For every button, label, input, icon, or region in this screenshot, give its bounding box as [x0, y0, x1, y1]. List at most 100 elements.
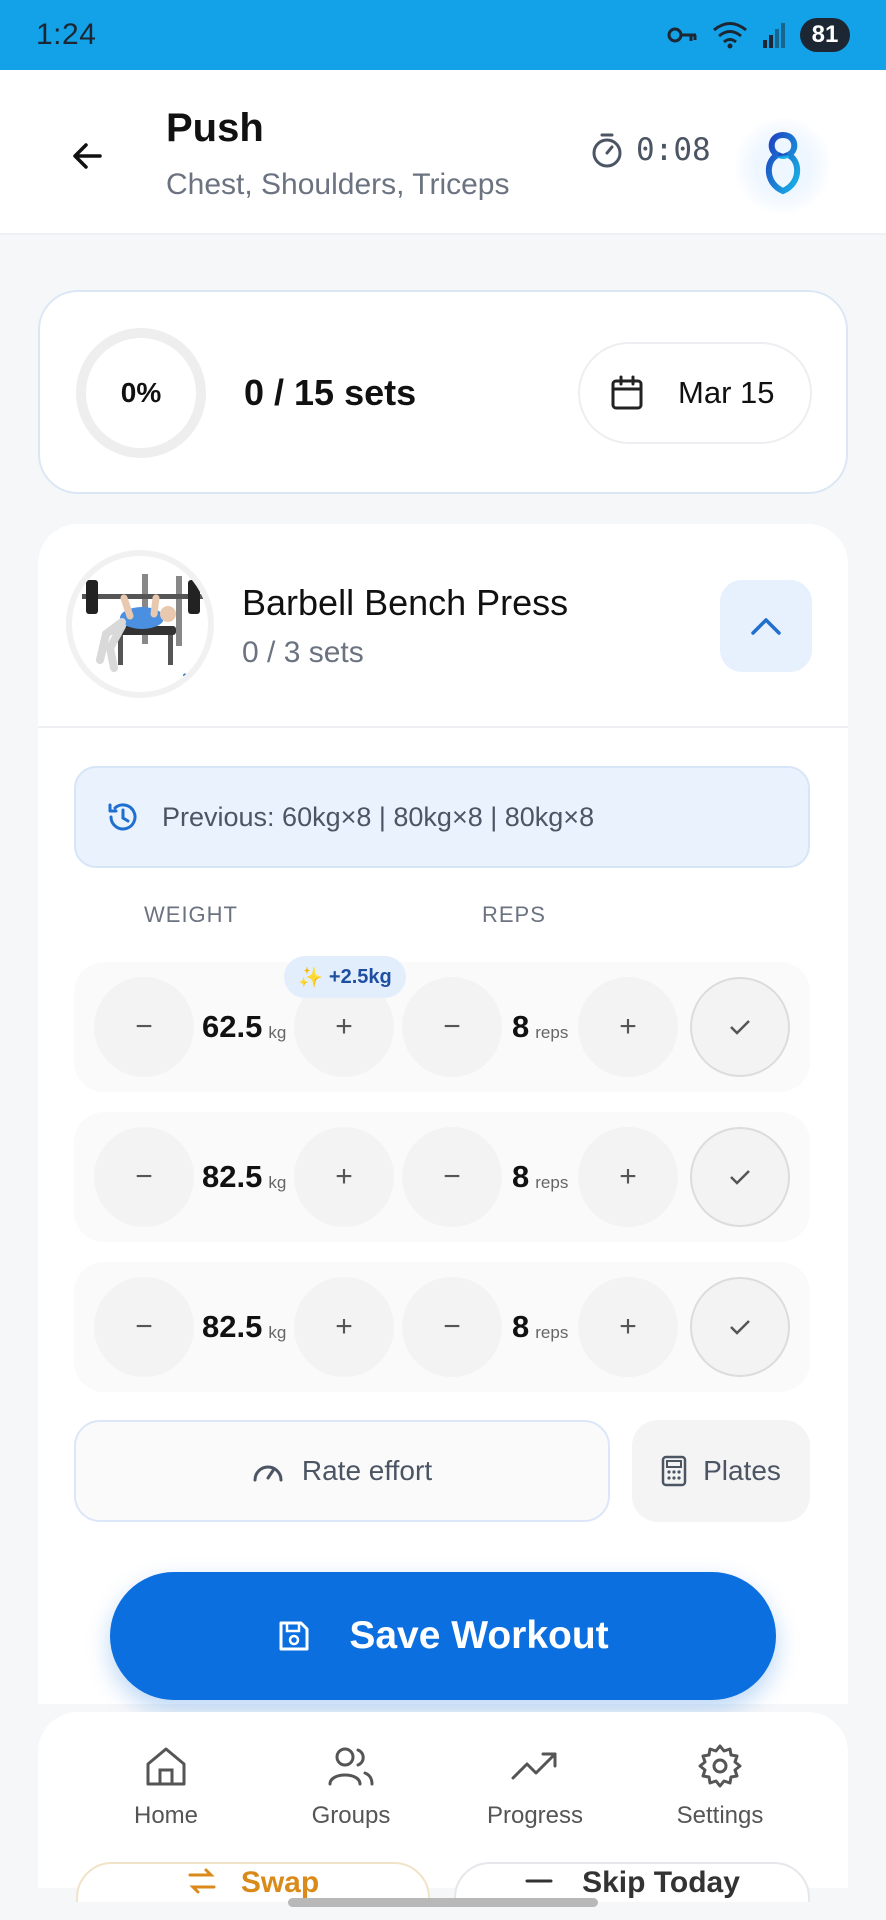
- vpn-key-icon: [667, 27, 697, 43]
- skip-today-button[interactable]: Skip Today: [454, 1862, 810, 1902]
- workout-timer: 0:08: [590, 132, 711, 168]
- save-workout-label: Save Workout: [349, 1614, 609, 1657]
- reps-unit: reps: [535, 1323, 569, 1342]
- weight-unit: kg: [268, 1323, 287, 1342]
- reps-increment-button[interactable]: +: [578, 977, 678, 1077]
- trending-up-icon: [511, 1752, 557, 1780]
- status-icons: 81: [666, 18, 850, 52]
- complete-set-button[interactable]: [690, 1277, 790, 1377]
- nav-label-home: Home: [133, 1802, 199, 1829]
- collapse-button[interactable]: [720, 580, 812, 672]
- nav-label-progress: Progress: [486, 1802, 584, 1829]
- swap-icon: [188, 1868, 216, 1894]
- reps-unit: reps: [535, 1173, 569, 1192]
- weight-value: 82.5 kg: [202, 1112, 286, 1242]
- nav-label-groups: Groups: [311, 1802, 391, 1829]
- home-icon: [146, 1747, 186, 1786]
- reps-value: 8 reps: [512, 1262, 568, 1392]
- nav-item-settings[interactable]: Settings: [635, 1742, 805, 1830]
- weight-value: 62.5 kg: [202, 962, 286, 1092]
- weight-decrement-button[interactable]: −: [94, 1127, 194, 1227]
- groups-icon: [328, 1747, 374, 1786]
- status-bar: 1:24 81: [0, 0, 886, 70]
- check-icon: [730, 1020, 750, 1035]
- nav-item-groups[interactable]: Groups: [266, 1742, 436, 1830]
- exercise-name: Barbell Bench Press: [242, 582, 569, 623]
- weight-value: 82.5 kg: [202, 1262, 286, 1392]
- reps-decrement-button[interactable]: −: [402, 1277, 502, 1377]
- exercise-image[interactable]: [66, 550, 214, 698]
- progress-percent: 0%: [120, 377, 162, 408]
- reps-number: 8: [512, 1309, 530, 1344]
- home-indicator[interactable]: [288, 1898, 598, 1907]
- exercise-card: Barbell Bench Press 0 / 3 sets Previous:…: [38, 524, 848, 1704]
- back-button[interactable]: [68, 136, 108, 176]
- date-label: Mar 15: [678, 375, 775, 410]
- timer-text: 0:08: [636, 132, 711, 168]
- calendar-icon: [611, 375, 643, 410]
- app-logo[interactable]: [735, 118, 831, 214]
- wifi-icon: [713, 22, 747, 49]
- weight-increment-button[interactable]: +: [294, 1127, 394, 1227]
- previous-text: Previous: 60kg×8 | 80kg×8 | 80kg×8: [162, 801, 595, 832]
- gauge-icon: [253, 1465, 283, 1482]
- reps-increment-button[interactable]: +: [578, 1127, 678, 1227]
- weight-number: 62.5: [202, 1009, 263, 1044]
- page-title: Push: [166, 106, 264, 150]
- weight-unit: kg: [268, 1173, 287, 1192]
- chevron-up-icon: [751, 618, 781, 635]
- bench-press-illustration-icon: [82, 574, 204, 684]
- nav-item-home[interactable]: Home: [81, 1742, 251, 1830]
- reps-decrement-button[interactable]: −: [402, 977, 502, 1077]
- sparkles-icon: ✨: [298, 966, 323, 989]
- app-header: Push Chest, Shoulders, Triceps 0:08: [0, 70, 886, 235]
- progress-ring: 0%: [76, 328, 206, 458]
- progression-hint-badge[interactable]: ✨ +2.5kg: [284, 956, 406, 998]
- history-icon: [108, 803, 137, 831]
- reps-column-header: REPS: [482, 902, 546, 927]
- complete-set-button[interactable]: [690, 977, 790, 1077]
- minus-icon: [525, 1879, 553, 1883]
- weight-decrement-button[interactable]: −: [94, 977, 194, 1077]
- reps-value: 8 reps: [512, 962, 568, 1092]
- nav-label-settings: Settings: [676, 1802, 764, 1829]
- save-icon: [279, 1621, 309, 1651]
- reps-number: 8: [512, 1009, 530, 1044]
- save-workout-button[interactable]: Save Workout: [110, 1572, 776, 1700]
- stopwatch-icon: [592, 133, 622, 168]
- swap-label: Swap: [240, 1866, 320, 1899]
- arrow-left-icon: [73, 143, 102, 169]
- previous-performance: Previous: 60kg×8 | 80kg×8 | 80kg×8: [74, 766, 810, 868]
- battery-indicator: 81: [800, 18, 850, 52]
- hint-text: +2.5kg: [328, 965, 392, 988]
- signal-icon: [763, 23, 785, 48]
- reps-unit: reps: [535, 1023, 569, 1042]
- footer-peek: Swap Skip Today: [38, 1862, 848, 1902]
- set-row-2: − 82.5 kg + − 8 reps +: [74, 1112, 810, 1242]
- date-picker-button[interactable]: Mar 15: [578, 342, 812, 444]
- rate-effort-button[interactable]: Rate effort: [74, 1420, 610, 1522]
- set-row-1: − 62.5 kg + ✨ +2.5kg − 8 reps +: [74, 956, 810, 1092]
- exercise-header[interactable]: Barbell Bench Press 0 / 3 sets: [38, 524, 848, 728]
- plates-calculator-button[interactable]: Plates: [632, 1420, 810, 1522]
- reps-number: 8: [512, 1159, 530, 1194]
- weight-column-header: WEIGHT: [144, 902, 238, 927]
- kettlebell-logo-icon: [765, 131, 801, 195]
- nav-item-progress[interactable]: Progress: [450, 1742, 620, 1830]
- rate-effort-label: Rate effort: [301, 1455, 433, 1486]
- workout-summary-card: 0% 0 / 15 sets Mar 15: [38, 290, 848, 494]
- status-time: 1:24: [36, 18, 97, 51]
- calculator-icon: [661, 1455, 687, 1487]
- swap-button[interactable]: Swap: [76, 1862, 430, 1902]
- skip-label: Skip Today: [582, 1866, 740, 1899]
- weight-increment-button[interactable]: +: [294, 1277, 394, 1377]
- weight-number: 82.5: [202, 1159, 263, 1194]
- reps-decrement-button[interactable]: −: [402, 1127, 502, 1227]
- reps-increment-button[interactable]: +: [578, 1277, 678, 1377]
- complete-set-button[interactable]: [690, 1127, 790, 1227]
- weight-decrement-button[interactable]: −: [94, 1277, 194, 1377]
- gear-icon: [698, 1744, 742, 1788]
- check-icon: [730, 1320, 750, 1335]
- check-icon: [730, 1170, 750, 1185]
- reps-value: 8 reps: [512, 1112, 568, 1242]
